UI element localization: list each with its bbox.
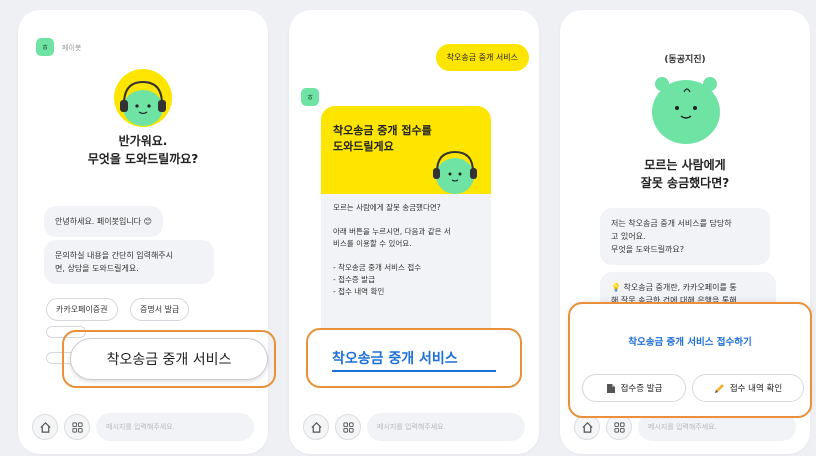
document-icon xyxy=(606,383,615,393)
headline-line-2: 잘못 송금했다면? xyxy=(640,176,730,190)
user-message-bubble: 착오송금 중개 서비스 xyxy=(435,44,529,71)
card-line-spacer xyxy=(333,214,479,226)
chat-input-bar: 메시지를 입력해주세요. xyxy=(32,410,254,444)
mistransfer-apply-button[interactable]: 착오송금 중개 서비스 접수하기 xyxy=(570,334,810,348)
card-line-spacer xyxy=(333,250,479,262)
bot-message-hello: 안녕하세요. 페이봇입니다 😊 xyxy=(44,206,163,237)
home-icon xyxy=(581,421,593,433)
headline-line-1: 모르는 사람에게 xyxy=(644,158,726,172)
grid-icon xyxy=(613,421,625,433)
message-input[interactable]: 메시지를 입력해주세요. xyxy=(96,413,254,441)
message-input[interactable]: 메시지를 입력해주세요. xyxy=(367,413,525,441)
service-card: 착오송금 중개 접수를 도와드릴게요 모르는 사람에게 잘못 송금했다면? 아래… xyxy=(321,106,491,346)
card-line: 아래 버튼을 누르시면, 다음과 같은 서 xyxy=(333,227,451,236)
mistransfer-service-link[interactable]: 착오송금 중개 서비스 xyxy=(332,348,458,368)
card-line: - 접수증 발급 xyxy=(333,275,375,284)
bot-message-help: 문의하실 내용을 간단히 입력해주시 면, 상담을 도와드릴게요. xyxy=(44,240,214,284)
service-card-body: 모르는 사람에게 잘못 송금했다면? 아래 버튼을 누르시면, 다음과 같은 서… xyxy=(321,194,491,306)
history-check-button[interactable]: 접수 내역 확인 xyxy=(692,374,804,402)
mascot-headphones-icon xyxy=(433,150,477,194)
greeting-line-2: 무엇을 도와드릴까요? xyxy=(87,152,199,166)
card-title-line-1: 착오송금 중개 접수를 xyxy=(333,124,432,137)
card-line: - 착오송금 중개 서비스 접수 xyxy=(333,263,422,272)
bot-avatar-icon: ㅎ xyxy=(301,88,319,106)
bot-message-help-line-2: 면, 상담을 도와드릴게요. xyxy=(55,264,139,273)
mascot-surprised-icon xyxy=(652,77,720,144)
receipt-issue-label: 접수증 발급 xyxy=(620,384,663,394)
receipt-issue-button[interactable]: 접수증 발급 xyxy=(582,374,686,402)
intro-line-2: 고 있어요. xyxy=(611,232,646,241)
home-icon xyxy=(39,421,51,433)
bot-message-help-line-1: 문의하실 내용을 간단히 입력해주시 xyxy=(55,251,174,260)
menu-button[interactable] xyxy=(335,414,361,440)
grid-icon xyxy=(71,421,83,433)
home-button[interactable] xyxy=(303,414,329,440)
tip-line-1: 💡 착오송금 중개란, 카카오페이를 통 xyxy=(611,283,737,292)
quick-reply-kakaopay-securities[interactable]: 카카오페이증권 xyxy=(46,298,118,321)
card-line: 비스를 이용할 수 있어요. xyxy=(333,239,412,248)
action-sheet: 착오송금 중개 서비스 접수하기 접수증 발급 접수 내역 확인 xyxy=(568,302,812,418)
bot-avatar-icon: ㅎ xyxy=(36,38,54,56)
home-icon xyxy=(310,421,322,433)
quick-reply-certificate[interactable]: 증명서 발급 xyxy=(130,298,190,321)
pencil-icon xyxy=(714,383,724,393)
intro-line-1: 저는 착오송금 중개 서비스를 담당하 xyxy=(611,219,732,228)
history-check-label: 접수 내역 확인 xyxy=(729,384,783,394)
menu-button[interactable] xyxy=(64,414,90,440)
greeting-line-1: 반가워요. xyxy=(118,134,168,148)
mistransfer-service-button[interactable]: 착오송금 중개 서비스 xyxy=(70,338,268,380)
bot-name: 페이봇 xyxy=(62,44,82,52)
chat-input-bar: 메시지를 입력해주세요. xyxy=(303,410,525,444)
intro-line-3: 무엇을 도와드릴까요? xyxy=(611,245,685,254)
card-line: - 접수 내역 확인 xyxy=(333,287,385,296)
card-line: 모르는 사람에게 잘못 송금했다면? xyxy=(333,203,441,212)
bot-message-intro: 저는 착오송금 중개 서비스를 담당하 고 있어요. 무엇을 도와드릴까요? xyxy=(600,208,770,265)
service-card-header: 착오송금 중개 접수를 도와드릴게요 xyxy=(321,106,491,194)
mascot-caption: (동공지진) xyxy=(664,55,706,65)
link-underline xyxy=(332,370,496,372)
grid-icon xyxy=(342,421,354,433)
mascot-headphones-icon xyxy=(114,69,172,127)
home-button[interactable] xyxy=(32,414,58,440)
